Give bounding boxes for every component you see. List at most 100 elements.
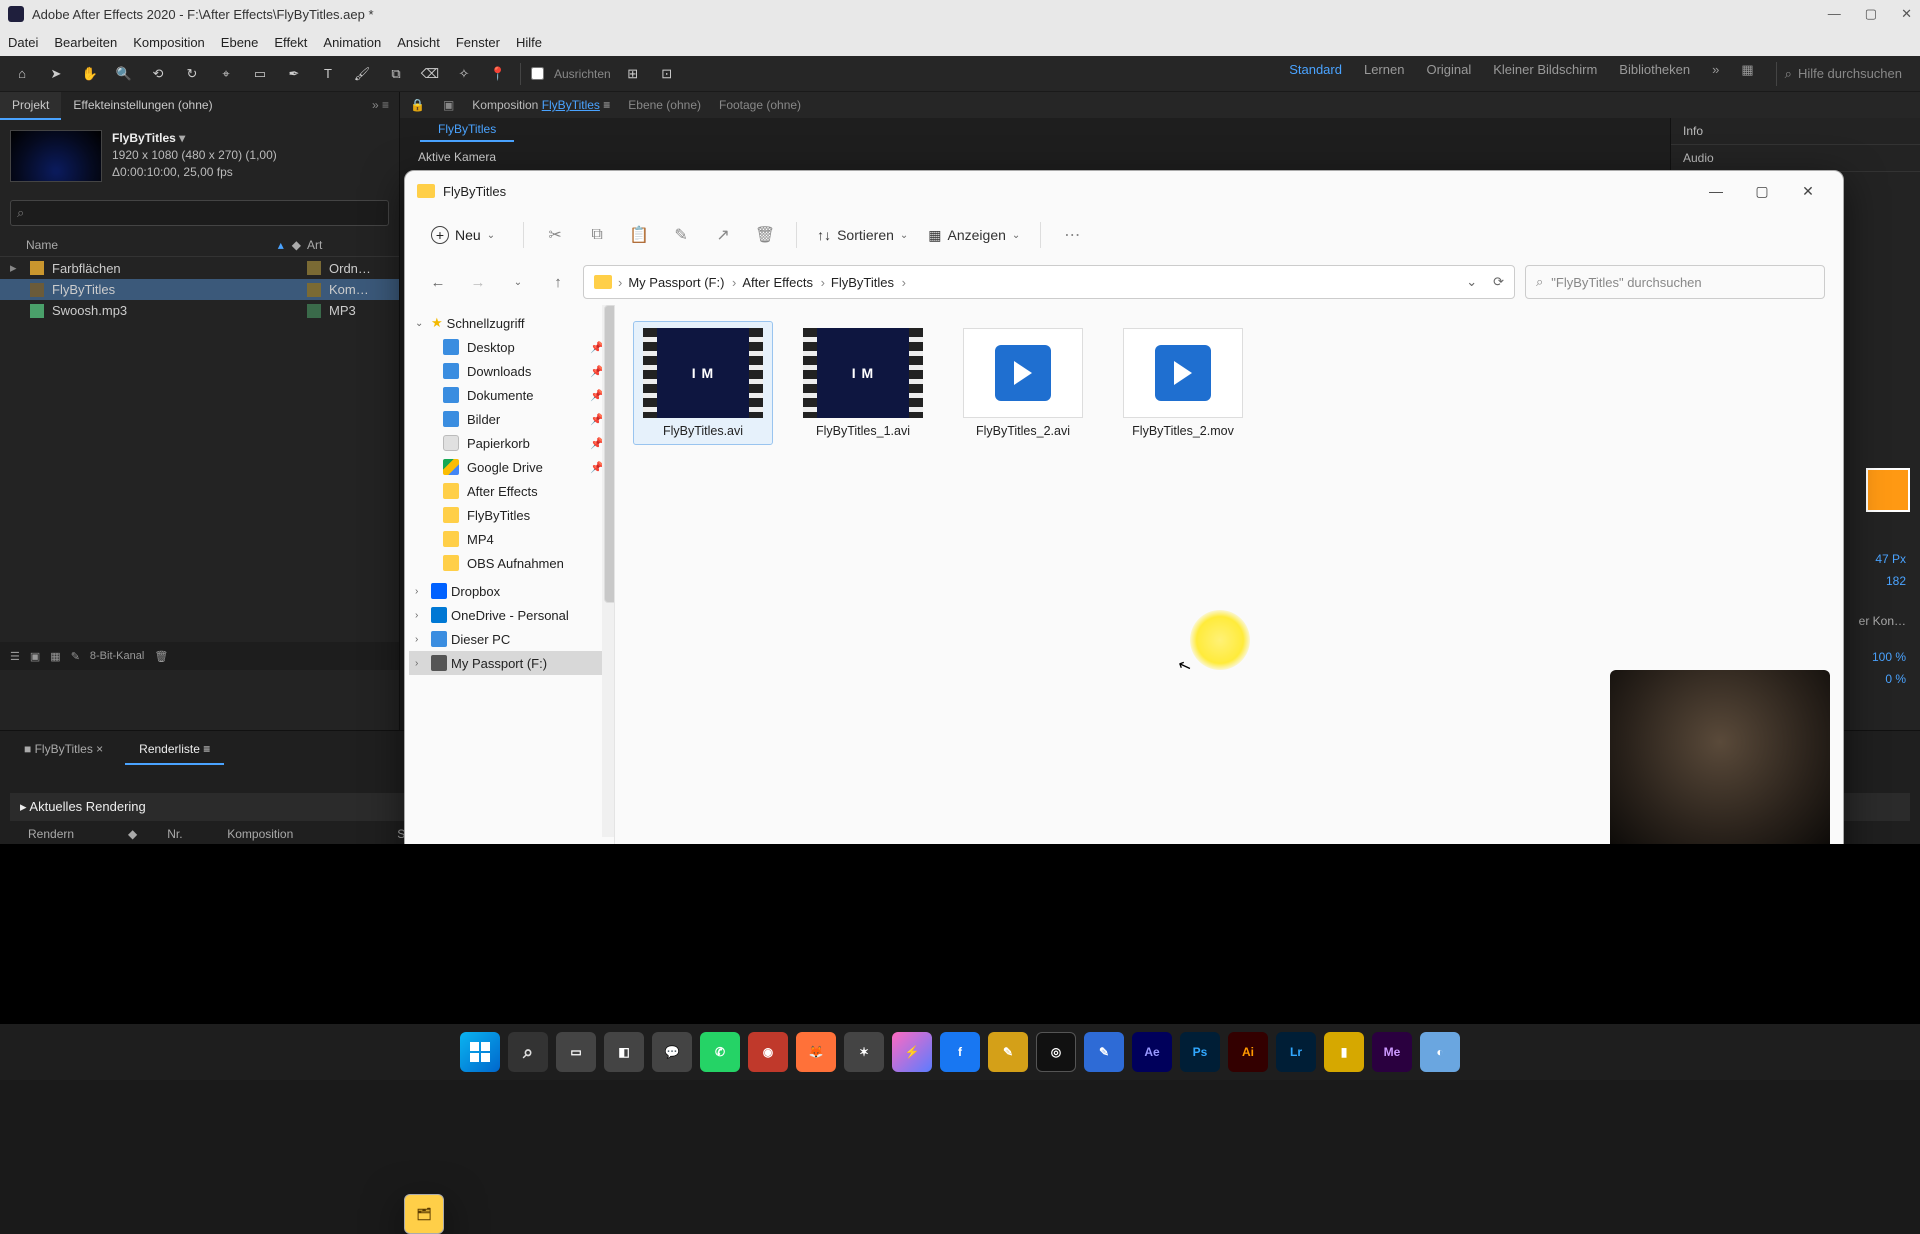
nav-after-effects[interactable]: After Effects (409, 479, 610, 503)
pen-tool-icon[interactable]: ✒ (282, 62, 306, 86)
selection-tool-icon[interactable]: ➤ (44, 62, 68, 86)
minimize-button[interactable]: — (1828, 6, 1841, 22)
menu-ebene[interactable]: Ebene (221, 35, 259, 50)
recent-button[interactable]: ⌄ (503, 267, 533, 297)
roto-tool-icon[interactable]: ✧ (452, 62, 476, 86)
workspace-original[interactable]: Original (1426, 62, 1471, 86)
menu-animation[interactable]: Animation (323, 35, 381, 50)
label-swatch[interactable] (307, 261, 321, 275)
taskbar-app-icon[interactable]: ✶ (844, 1032, 884, 1072)
label-col-icon[interactable]: ◆ (292, 238, 301, 252)
cut-icon[interactable]: ✂ (544, 224, 566, 246)
rotate-tool-icon[interactable]: ↻ (180, 62, 204, 86)
snapping2-icon[interactable]: ⊡ (655, 62, 679, 86)
workspace-bibliotheken[interactable]: Bibliotheken (1619, 62, 1690, 86)
taskbar-media-encoder-icon[interactable]: Me (1372, 1032, 1412, 1072)
workspace-grid-icon[interactable]: ▦ (1741, 62, 1753, 86)
panel-info[interactable]: Info (1671, 118, 1920, 145)
minimize-button[interactable]: — (1693, 171, 1739, 211)
nav-flybytitles[interactable]: FlyByTitles (409, 503, 610, 527)
tab-effekteinstellungen[interactable]: Effekteinstellungen (ohne) (61, 92, 224, 120)
taskbar-firefox-icon[interactable]: 🦊 (796, 1032, 836, 1072)
panel-menu-icon[interactable]: » ≡ (362, 92, 399, 120)
back-button[interactable]: ← (423, 267, 453, 297)
brush-tool-icon[interactable]: 🖌 (350, 62, 374, 86)
taskbar-obs-icon[interactable]: ◎ (1036, 1032, 1076, 1072)
col-art[interactable]: Art (307, 238, 377, 252)
nav-schnellzugriff[interactable]: ⌄ ★ Schnellzugriff (409, 311, 610, 335)
new-comp-icon[interactable]: ▦ (50, 650, 60, 663)
taskbar-illustrator-icon[interactable]: Ai (1228, 1032, 1268, 1072)
workspace-lernen[interactable]: Lernen (1364, 62, 1404, 86)
taskbar-search-icon[interactable]: ⌕ (508, 1032, 548, 1072)
menu-ansicht[interactable]: Ansicht (397, 35, 440, 50)
maximize-button[interactable]: ▢ (1865, 6, 1877, 22)
taskbar-app-icon[interactable]: ▮ (1324, 1032, 1364, 1072)
help-search[interactable]: ⌕ Hilfe durchsuchen (1776, 62, 1910, 86)
disclosure-icon[interactable]: ▸ (10, 260, 22, 276)
breadcrumb-seg[interactable]: My Passport (F:) (628, 275, 736, 290)
project-search[interactable]: ⌕ (10, 200, 389, 226)
view-button[interactable]: ▦ Anzeigen ⌄ (928, 227, 1020, 244)
tab-comp-bottom[interactable]: ■ FlyByTitles × (10, 737, 117, 765)
menu-bearbeiten[interactable]: Bearbeiten (54, 35, 117, 50)
taskbar[interactable]: ⌕ ▭ ◧ 💬 ✆ ◉ 🦊 ✶ ⚡ f 🗂 ✎ ◎ ✎ Ae Ps Ai Lr … (0, 1024, 1920, 1080)
anchor-tool-icon[interactable]: ⌖ (214, 62, 238, 86)
file-flybytitles-avi[interactable]: I M FlyByTitles.avi (633, 321, 773, 445)
forward-button[interactable]: → (463, 267, 493, 297)
menu-fenster[interactable]: Fenster (456, 35, 500, 50)
comp-name[interactable]: FlyByTitles (112, 130, 277, 147)
source-icon[interactable]: ▣ (443, 98, 454, 112)
address-dropdown-icon[interactable]: ⌄ (1466, 274, 1477, 290)
menu-hilfe[interactable]: Hilfe (516, 35, 542, 50)
taskbar-app-icon[interactable]: ◉ (748, 1032, 788, 1072)
rename-icon[interactable]: ✎ (670, 224, 692, 246)
taskbar-widgets-icon[interactable]: ◧ (604, 1032, 644, 1072)
project-item-swoosh[interactable]: Swoosh.mp3 MP3 (0, 300, 399, 321)
comp-link[interactable]: FlyByTitles (542, 98, 600, 112)
puppet-tool-icon[interactable]: 📍 (486, 62, 510, 86)
taskbar-app-icon[interactable]: ◐ (1420, 1032, 1460, 1072)
menu-komposition[interactable]: Komposition (133, 35, 205, 50)
text-tool-icon[interactable]: T (316, 62, 340, 86)
panel-audio[interactable]: Audio (1671, 145, 1920, 172)
orbit-tool-icon[interactable]: ⟲ (146, 62, 170, 86)
nav-google-drive[interactable]: Google Drive📌 (409, 455, 610, 479)
menu-effekt[interactable]: Effekt (274, 35, 307, 50)
up-button[interactable]: ↑ (543, 267, 573, 297)
interpret-icon[interactable]: ☰ (10, 650, 20, 663)
sort-icon[interactable]: ▴ (278, 238, 284, 252)
tab-projekt[interactable]: Projekt (0, 92, 61, 120)
nav-scrollbar[interactable] (602, 305, 614, 837)
workspace-standard[interactable]: Standard (1289, 62, 1342, 86)
taskbar-app-icon[interactable]: ✎ (988, 1032, 1028, 1072)
col-name[interactable]: Name (26, 238, 278, 252)
search-box[interactable]: ⌕ "FlyByTitles" durchsuchen (1525, 265, 1825, 299)
navigation-pane[interactable]: ⌄ ★ Schnellzugriff Desktop📌 Downloads📌 D… (405, 305, 615, 883)
ausrichten-checkbox[interactable] (531, 67, 544, 80)
comp-mini-flow[interactable]: FlyByTitles (420, 118, 514, 142)
file-flybytitles-1-avi[interactable]: I M FlyByTitles_1.avi (793, 321, 933, 445)
taskbar-facebook-icon[interactable]: f (940, 1032, 980, 1072)
menu-datei[interactable]: Datei (8, 35, 38, 50)
tab-ebene[interactable]: Ebene (ohne) (628, 98, 701, 112)
close-button[interactable]: ✕ (1785, 171, 1831, 211)
adjust-icon[interactable]: ✎ (71, 650, 80, 663)
nav-dropbox[interactable]: ›Dropbox (409, 579, 610, 603)
shape-tool-icon[interactable]: ▭ (248, 62, 272, 86)
nav-papierkorb[interactable]: Papierkorb📌 (409, 431, 610, 455)
breadcrumb-seg[interactable]: FlyByTitles (831, 275, 906, 290)
project-item-farbflaechen[interactable]: ▸ Farbflächen Ordn… (0, 257, 399, 279)
nav-downloads[interactable]: Downloads📌 (409, 359, 610, 383)
snapping-icon[interactable]: ⊞ (621, 62, 645, 86)
stamp-tool-icon[interactable]: ⧉ (384, 62, 408, 86)
nav-obs-aufnahmen[interactable]: OBS Aufnahmen (409, 551, 610, 575)
nav-bilder[interactable]: Bilder📌 (409, 407, 610, 431)
delete-icon[interactable]: 🗑 (754, 224, 776, 246)
trash-icon[interactable]: 🗑 (154, 650, 168, 663)
workspace-kleiner[interactable]: Kleiner Bildschirm (1493, 62, 1597, 86)
breadcrumb-seg[interactable]: After Effects (742, 275, 825, 290)
maximize-button[interactable]: ▢ (1739, 171, 1785, 211)
tab-footage[interactable]: Footage (ohne) (719, 98, 801, 112)
sort-button[interactable]: ↑↓ Sortieren ⌄ (817, 227, 908, 243)
